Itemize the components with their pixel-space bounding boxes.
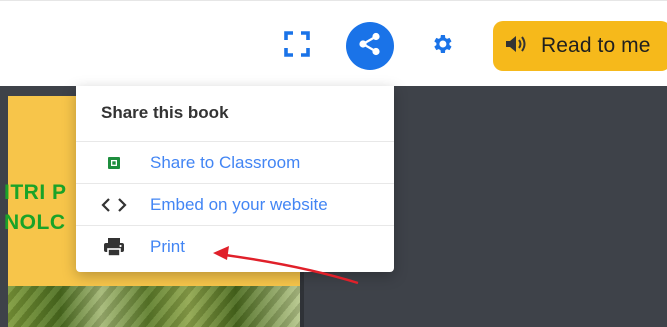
annotation-arrow bbox=[213, 246, 359, 285]
